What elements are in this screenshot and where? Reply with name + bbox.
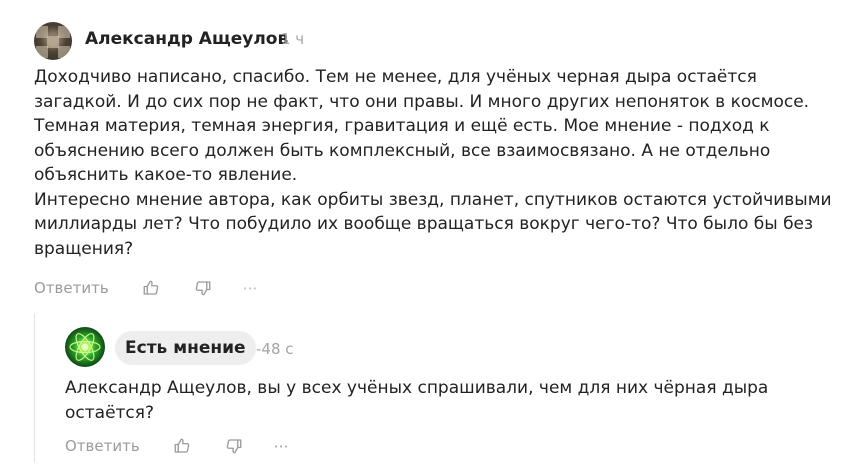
reply-time: -48 с bbox=[256, 340, 294, 358]
comment-time: 1 ч bbox=[281, 30, 305, 48]
comment-actions: Ответить ⋯ bbox=[34, 278, 261, 298]
thread-line bbox=[34, 313, 35, 463]
comment-text: Доходчиво написано, спасибо. Тем не мене… bbox=[34, 65, 834, 261]
thumbs-down-icon[interactable] bbox=[224, 436, 244, 456]
more-icon[interactable]: ⋯ bbox=[272, 436, 292, 456]
reply-button[interactable]: Ответить bbox=[65, 437, 140, 455]
reply-text: Александр Ащеулов, вы у всех учёных спра… bbox=[65, 378, 769, 423]
atom-icon bbox=[69, 333, 101, 361]
thumbs-up-icon[interactable] bbox=[141, 278, 161, 298]
comment-author[interactable]: Александр Ащеулов bbox=[85, 29, 288, 49]
reply-author[interactable]: Есть мнение bbox=[115, 331, 256, 365]
more-icon[interactable]: ⋯ bbox=[241, 278, 261, 298]
reply-button[interactable]: Ответить bbox=[34, 279, 109, 297]
comment-paragraph: Интересно мнение автора, как орбиты звез… bbox=[34, 189, 832, 259]
reply-actions: Ответить ⋯ bbox=[65, 436, 292, 456]
thumbs-down-icon[interactable] bbox=[193, 278, 213, 298]
author-avatar[interactable] bbox=[34, 22, 72, 60]
reply-author-avatar[interactable] bbox=[65, 327, 105, 367]
thumbs-up-icon[interactable] bbox=[172, 436, 192, 456]
comment-paragraph: Доходчиво написано, спасибо. Тем не мене… bbox=[34, 67, 810, 185]
